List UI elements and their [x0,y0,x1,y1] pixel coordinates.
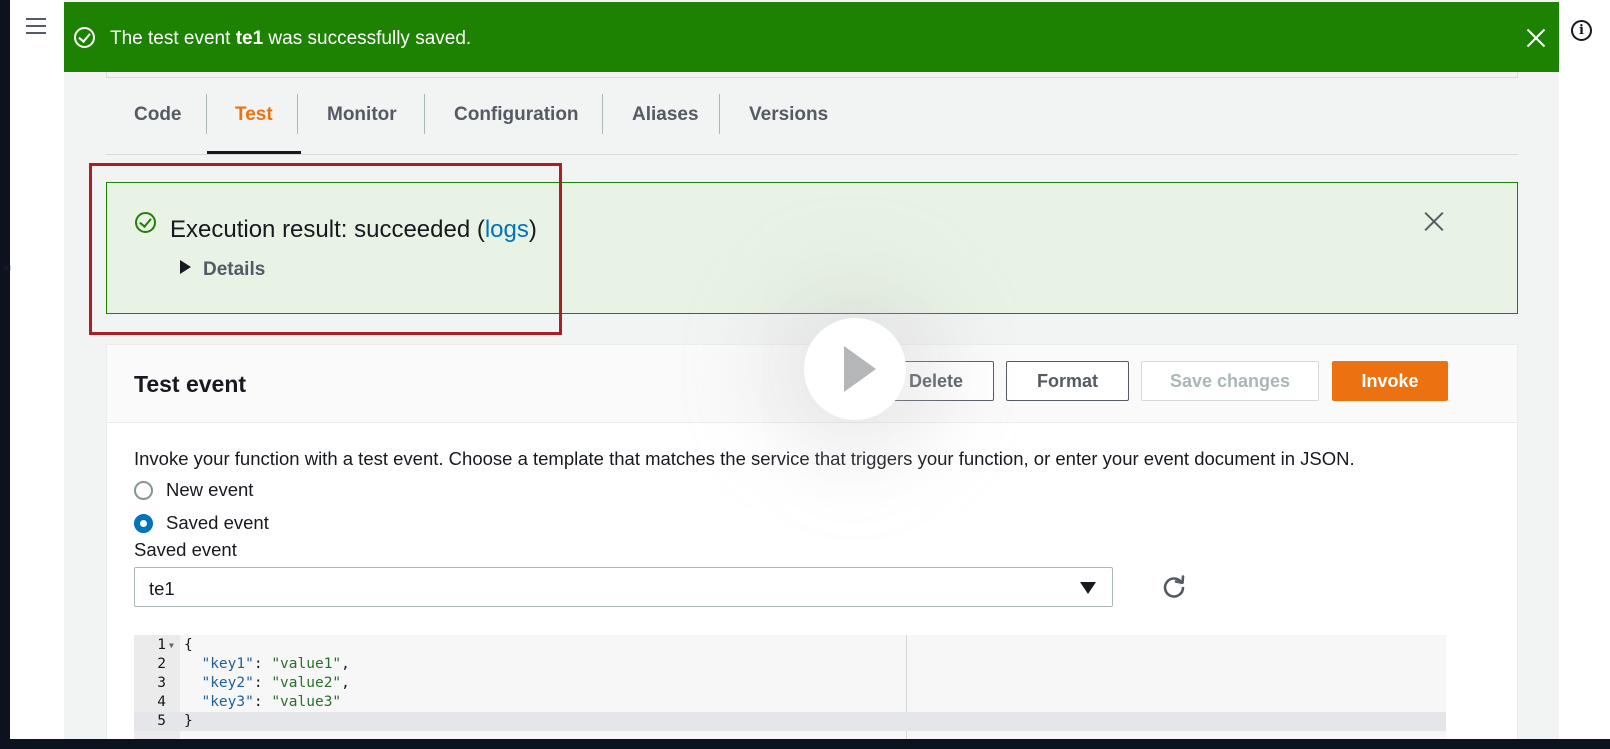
tab-code[interactable]: Code [106,92,210,154]
caret-right-icon [180,260,191,274]
tab-label: Test [235,104,273,125]
json-key: "key2" [201,675,254,691]
close-icon[interactable] [1522,24,1550,52]
code-line: 3 "key2": "value2", [134,674,1446,693]
tab-configuration[interactable]: Configuration [426,92,607,154]
flash-event-name: te1 [235,28,264,49]
check-circle-icon [135,212,156,233]
active-tab-underline [207,151,301,154]
close-icon[interactable] [1421,209,1447,235]
info-icon[interactable]: i [1571,20,1592,41]
check-circle-icon [74,27,95,48]
success-flash-banner: The test event te1 was successfully save… [64,2,1559,72]
radio-label: Saved event [166,512,269,533]
details-expander[interactable]: Details [180,259,265,281]
code-text: "key1": "value1", [201,656,350,672]
hand-cursor-icon: ☜ [2,262,12,275]
tab-test[interactable]: Test [207,92,301,154]
execution-result-suffix: ) [528,216,537,243]
test-event-card: Test event Delete Format Save changes In… [106,344,1518,739]
line-number: 5 [157,713,166,729]
code-text: { [184,637,193,653]
execution-result-alert: Execution result: succeeded (logs) Detai… [106,182,1518,314]
flash-message-prefix: The test event [110,28,236,49]
code-text: "key2": "value2", [201,675,350,691]
tab-label: Code [134,104,182,125]
right-tools-rail: i [1559,0,1610,739]
tab-divider [297,94,298,134]
json-key: "key1" [201,656,254,672]
tab-divider [602,94,603,134]
saved-event-select[interactable]: te1 [134,567,1113,607]
fold-caret-icon[interactable]: ▼ [169,636,174,655]
line-number: 4 [157,694,166,710]
line-number: 2 [157,656,166,672]
radio-label: New event [166,479,254,500]
video-play-button[interactable] [804,318,906,420]
save-changes-button[interactable]: Save changes [1141,361,1319,401]
details-label: Details [203,259,266,280]
select-value: te1 [149,578,175,599]
tab-label: Versions [749,104,829,125]
flash-message: The test event te1 was successfully save… [110,28,471,50]
left-navigation-rail [10,0,64,739]
card-title: Test event [134,371,247,397]
tab-aliases[interactable]: Aliases [604,92,727,154]
saved-event-label: Saved event [134,539,237,560]
tab-label: Aliases [632,104,699,125]
main-content: The test event te1 was successfully save… [64,0,1559,739]
test-event-description: Invoke your function with a test event. … [134,448,1355,469]
panel-edge [106,72,1518,78]
tab-divider [424,94,425,134]
flash-message-suffix: was successfully saved. [263,28,472,49]
code-line: 1 ▼ { [134,636,1446,655]
play-icon [844,346,876,392]
invoke-button[interactable]: Invoke [1332,361,1448,401]
json-value: "value3" [271,694,342,710]
execution-result-text: Execution result: succeeded ( [170,216,485,243]
format-button[interactable]: Format [1006,361,1129,401]
tab-label: Configuration [454,104,579,125]
refresh-icon[interactable] [1161,574,1187,600]
json-value: "value2" [271,675,342,691]
json-punct: , [341,656,350,672]
code-editor[interactable]: 1 ▼ { 2 "key1": "value1", 3 "key2": "val… [134,635,1446,739]
code-text: } [184,713,193,729]
code-line: 2 "key1": "value1", [134,655,1446,674]
tab-versions[interactable]: Versions [721,92,856,154]
caret-down-icon [1080,582,1096,594]
tab-label: Monitor [327,104,397,125]
logs-link[interactable]: logs [485,216,529,243]
json-key: "key3" [201,694,254,710]
bottom-edge [0,739,1610,749]
function-tabs: Code Test Monitor Configuration Aliases … [106,92,1518,155]
tab-divider [719,94,720,134]
line-number: 3 [157,675,166,691]
radio-button-checked[interactable] [134,514,153,533]
json-punct: , [341,675,350,691]
code-text: "key3": "value3" [201,694,342,710]
line-number: 1 [157,637,166,653]
execution-result-title: Execution result: succeeded (logs) [170,216,537,244]
menu-icon[interactable] [26,18,46,36]
json-value: "value1" [271,656,342,672]
radio-button[interactable] [134,481,153,500]
tab-monitor[interactable]: Monitor [299,92,425,154]
code-line: 4 "key3": "value3" [134,693,1446,712]
code-line-active: 5 } [134,712,1446,731]
